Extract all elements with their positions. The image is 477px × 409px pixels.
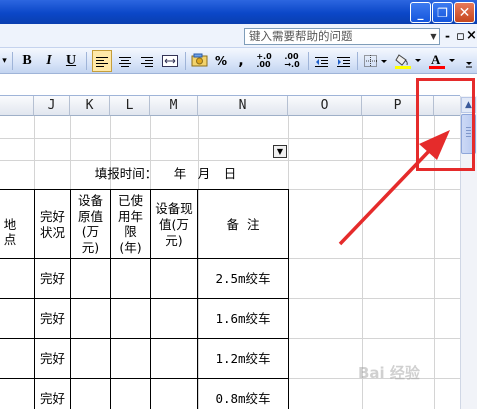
header-years-used: 已使 用年 限 (年): [117, 193, 143, 255]
increase-indent-icon: [336, 56, 350, 67]
minimize-button[interactable]: _: [410, 2, 431, 23]
row-2-remark: 1.6m绞车: [215, 311, 271, 326]
font-color-letter: A: [431, 53, 441, 67]
underline-button[interactable]: U: [62, 50, 80, 72]
column-header-l[interactable]: L: [110, 96, 150, 116]
align-right-icon: [141, 56, 153, 67]
column-header-k[interactable]: K: [70, 96, 110, 116]
close-button[interactable]: ✕: [454, 2, 475, 23]
row-1-condition: 完好: [39, 271, 65, 286]
row-1-remark: 2.5m绞车: [215, 271, 271, 286]
toolbar-separator: [12, 52, 13, 70]
help-search-input[interactable]: 键入需要帮助的问题: [244, 28, 440, 45]
borders-icon: [364, 55, 387, 67]
row-3-remark: 1.2m绞车: [215, 351, 271, 366]
merge-center-icon: [162, 55, 178, 67]
increase-indent-button[interactable]: [334, 50, 352, 72]
table-border: [0, 338, 289, 339]
header-remarks: 备 注: [226, 217, 260, 232]
align-center-icon: [119, 56, 131, 67]
month-label: 月: [197, 166, 211, 181]
decrease-indent-button[interactable]: [312, 50, 330, 72]
font-color-button[interactable]: A: [428, 50, 458, 72]
restore-button[interactable]: ❐: [432, 2, 453, 23]
currency-button[interactable]: [190, 50, 210, 72]
merge-center-button[interactable]: [160, 50, 180, 72]
table-border: [0, 298, 289, 299]
title-bar: [0, 0, 477, 24]
toolbar-options-icon: [466, 62, 472, 68]
row-4-condition: 完好: [39, 391, 65, 406]
font-color-icon: A: [429, 53, 455, 69]
table-border: [0, 189, 289, 190]
toolbar-separator: [185, 52, 186, 70]
comma-style-button[interactable]: ,: [234, 50, 248, 72]
doc-restore-button[interactable]: ▫: [456, 28, 466, 45]
annotation-highlight-box: [416, 78, 475, 171]
align-right-button[interactable]: [138, 50, 156, 72]
column-header-m[interactable]: M: [150, 96, 198, 116]
toolbar-options-button[interactable]: [462, 50, 476, 72]
column-header-o[interactable]: O: [288, 96, 362, 116]
borders-button[interactable]: [362, 50, 390, 72]
column-header-partial[interactable]: [0, 96, 34, 116]
decrease-indent-icon: [314, 56, 328, 67]
align-left-button[interactable]: [92, 50, 112, 72]
row-4-remark: 0.8m绞车: [215, 391, 271, 406]
italic-button[interactable]: I: [40, 50, 58, 72]
align-center-button[interactable]: [116, 50, 134, 72]
align-left-icon: [96, 56, 108, 67]
toolbar-separator: [86, 52, 87, 70]
gridline: [0, 138, 460, 139]
help-dropdown-icon[interactable]: ▼: [427, 28, 440, 45]
year-label: 年: [173, 166, 187, 181]
doc-minimize-button[interactable]: -: [445, 28, 455, 45]
column-header-j[interactable]: J: [34, 96, 70, 116]
row-3-condition: 完好: [39, 351, 65, 366]
formula-bar-area: [0, 75, 460, 96]
toolbar-separator: [357, 52, 358, 70]
day-label: 日: [223, 166, 237, 181]
header-original-value: 设备 原值 (万 元): [77, 193, 103, 255]
fill-time-label: 填报时间：: [94, 166, 158, 181]
increase-decimal-button[interactable]: +.0 .00: [252, 50, 276, 72]
toolbar-separator: [308, 52, 309, 70]
doc-close-button[interactable]: ×: [466, 27, 477, 44]
gridline: [0, 160, 460, 161]
currency-icon: [191, 53, 208, 67]
table-border: [0, 378, 289, 379]
header-location-fragment: 地点: [3, 217, 17, 247]
bold-button[interactable]: B: [18, 50, 36, 72]
decrease-decimal-button[interactable]: .00 →.0: [280, 50, 304, 72]
header-condition: 完好 状况: [39, 209, 65, 240]
fill-color-button[interactable]: [394, 50, 424, 72]
watermark-logo: Bai 经验: [358, 364, 420, 382]
paint-bucket-icon: [395, 54, 421, 69]
header-current-value: 设备现 值(万 元): [155, 201, 193, 248]
row-2-condition: 完好: [39, 311, 65, 326]
column-header-n[interactable]: N: [198, 96, 288, 116]
table-border: [0, 258, 289, 259]
table-border: [288, 189, 289, 409]
filter-dropdown-button[interactable]: ▼: [273, 145, 287, 158]
percent-button[interactable]: %: [212, 50, 230, 72]
font-size-dropdown-icon[interactable]: ▾: [0, 50, 9, 72]
